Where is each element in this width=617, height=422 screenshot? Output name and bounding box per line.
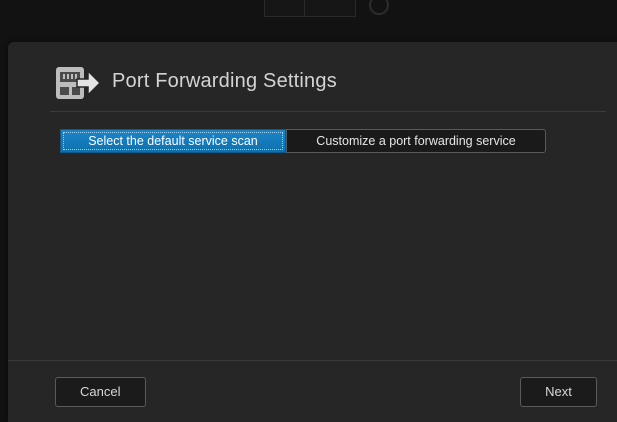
footer-divider [8,360,617,361]
port-forwarding-dialog: Port Forwarding Settings Select the defa… [8,42,617,422]
background-menu-ghost [304,0,356,17]
dialog-header: Port Forwarding Settings [8,42,617,112]
tab-customize-port-forwarding[interactable]: Customize a port forwarding service [286,129,546,153]
header-divider [50,111,606,112]
port-forwarding-icon [55,66,102,100]
cancel-button[interactable]: Cancel [55,377,146,407]
tab-default-service-scan[interactable]: Select the default service scan [60,129,286,153]
background-icon-ghost [369,0,389,15]
dialog-title: Port Forwarding Settings [112,70,337,92]
background-menu-ghost [264,0,306,17]
next-button[interactable]: Next [520,377,597,407]
